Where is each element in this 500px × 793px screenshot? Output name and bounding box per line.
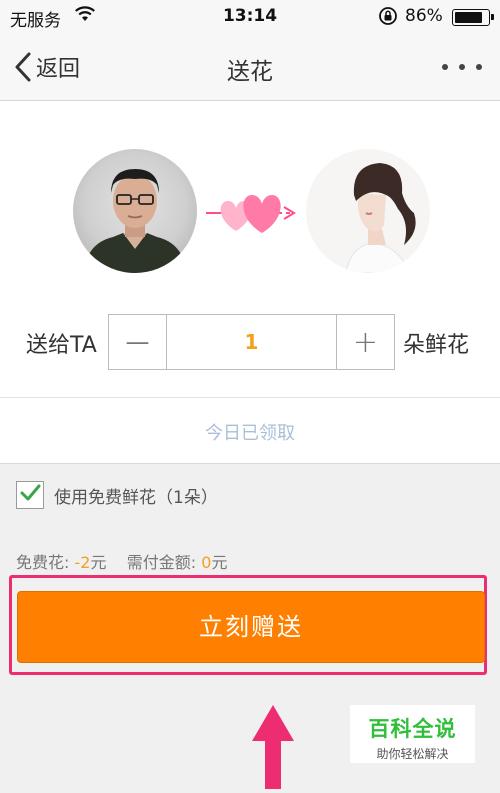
send-now-button[interactable]: 立刻赠送 <box>17 591 485 663</box>
status-bar: 无服务 13:14 86% <box>0 0 500 34</box>
use-free-flower-option[interactable]: 使用免费鲜花（1朵） <box>16 481 218 509</box>
pay-amount-value: 0 <box>201 553 212 572</box>
heart-arrow-icon <box>200 189 300 239</box>
increase-button[interactable]: + <box>336 315 394 369</box>
unit-label: 朵鲜花 <box>403 333 470 358</box>
battery-icon <box>452 9 494 26</box>
quantity-value[interactable]: 1 <box>167 315 336 369</box>
sender-avatar <box>73 149 197 273</box>
more-dots-icon[interactable] <box>442 64 482 72</box>
watermark-logo: 百科全说 助你轻松解决 <box>350 705 475 763</box>
received-today-text: 今日已领取 <box>205 423 295 444</box>
use-free-label: 使用免费鲜花（1朵） <box>54 487 218 508</box>
navigation-bar: 返回 送花 <box>0 34 500 101</box>
checkmark-icon <box>19 483 41 507</box>
page-title: 送花 <box>227 59 273 85</box>
decrease-button[interactable]: — <box>109 315 167 369</box>
divider <box>0 397 500 398</box>
free-flower-label: 免费花: <box>16 553 75 572</box>
watermark-title: 百科全说 <box>368 717 457 741</box>
recipient-avatar <box>306 149 430 273</box>
cost-summary: 免费花: -2元 需付金额: 0元 <box>16 549 227 573</box>
plus-icon: + <box>352 324 379 360</box>
use-free-checkbox[interactable] <box>16 481 44 509</box>
minus-icon: — <box>125 328 150 356</box>
watermark-subtitle: 助你轻松解决 <box>376 747 449 761</box>
gift-card: 送给TA — 1 + 朵鲜花 今日已领取 <box>0 101 500 464</box>
rotation-lock-icon <box>378 6 398 31</box>
free-flower-value: -2 <box>74 553 91 572</box>
pay-amount-unit: 元 <box>211 553 228 572</box>
pay-amount-label: 需付金额: <box>126 553 202 572</box>
free-flower-unit: 元 <box>90 553 107 572</box>
battery-level <box>455 12 482 23</box>
quantity-stepper: — 1 + <box>108 314 395 370</box>
annotation-arrow-icon <box>250 705 296 789</box>
battery-percent: 86% <box>405 6 443 26</box>
send-to-label: 送给TA <box>26 333 97 358</box>
